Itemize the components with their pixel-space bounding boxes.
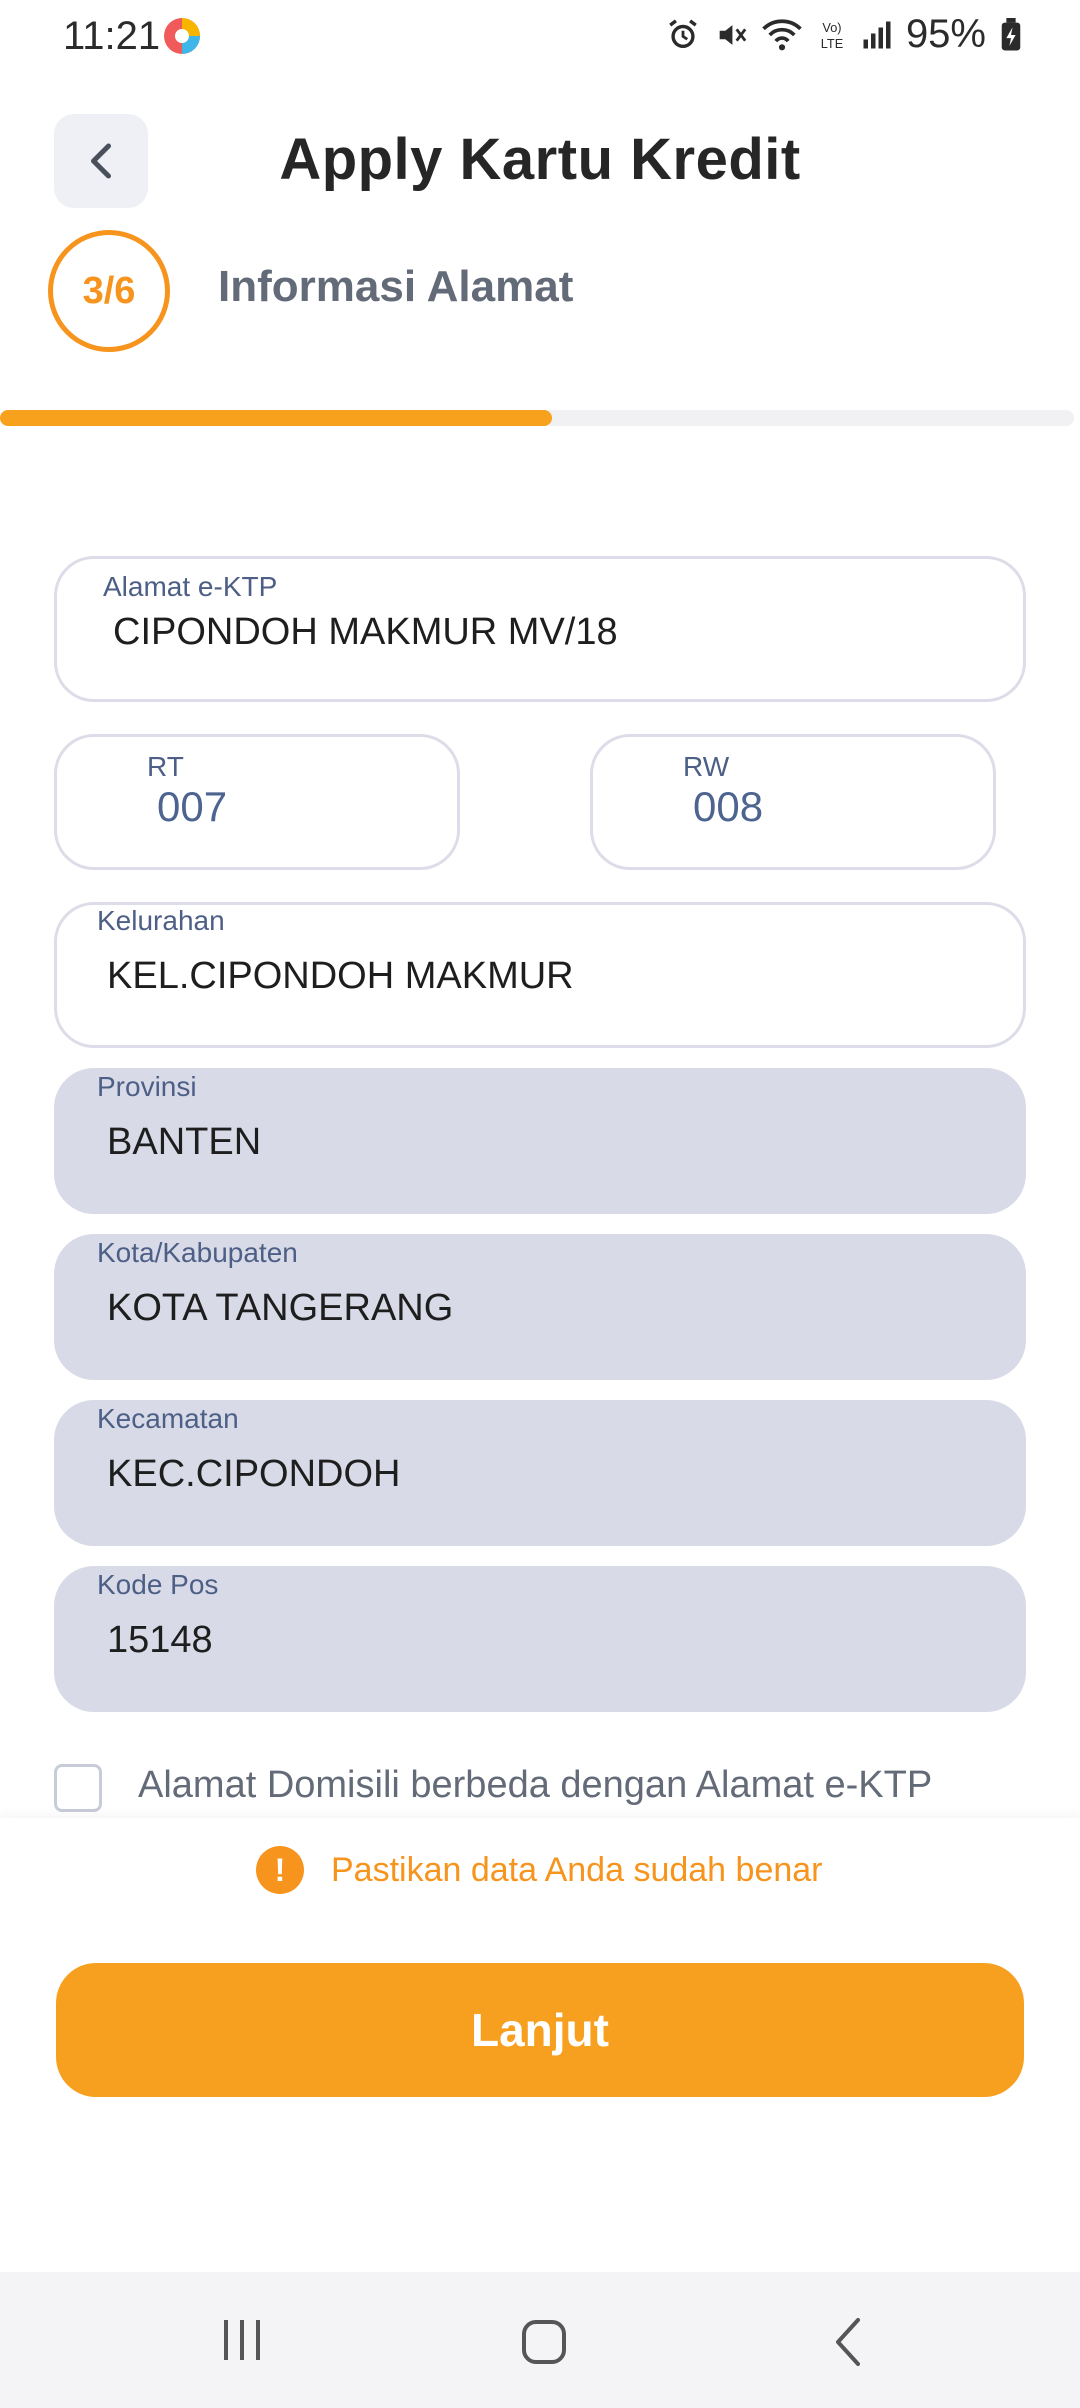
provinsi-label: Provinsi [97, 1071, 197, 1102]
battery-percentage: 95% [905, 12, 986, 56]
svg-text:Vo): Vo) [822, 20, 841, 35]
alamat-ektp-label: Alamat e-KTP [103, 571, 278, 602]
domisili-checkbox[interactable] [54, 1764, 102, 1812]
domisili-checkbox-label[interactable]: Alamat Domisili berbeda dengan Alamat e-… [138, 1764, 932, 1807]
kelurahan-value: KEL.CIPONDOH MAKMUR [107, 955, 574, 997]
step-title: Informasi Alamat [218, 262, 574, 311]
kota-kabupaten-field: Kota/Kabupaten KOTA TANGERANG [54, 1234, 1026, 1380]
kecamatan-label: Kecamatan [97, 1403, 239, 1434]
kode-pos-value: 15148 [107, 1619, 213, 1661]
rw-value: 008 [693, 783, 764, 830]
kecamatan-field: Kecamatan KEC.CIPONDOH [54, 1400, 1026, 1546]
rw-label: RW [683, 751, 730, 782]
alamat-ektp-value: CIPONDOH MAKMUR MV/18 [113, 611, 618, 653]
wifi-icon [762, 18, 802, 50]
recent-apps-icon[interactable] [220, 2318, 266, 2362]
volte-icon: Vo)LTE [821, 20, 843, 51]
kelurahan-field[interactable]: Kelurahan KEL.CIPONDOH MAKMUR [54, 902, 1026, 1048]
kode-pos-label: Kode Pos [97, 1569, 219, 1600]
rt-field[interactable]: RT 007 [54, 734, 460, 870]
signal-icon [863, 21, 891, 48]
provinsi-field: Provinsi BANTEN [54, 1068, 1026, 1214]
alarm-icon [669, 18, 697, 48]
lanjut-button[interactable]: Lanjut [56, 1963, 1024, 2097]
battery-icon [1001, 17, 1021, 50]
app-notification-icon [162, 16, 202, 56]
home-icon[interactable] [520, 2318, 568, 2366]
provinsi-value: BANTEN [107, 1121, 262, 1163]
notice-text: Pastikan data Anda sudah benar [331, 1851, 823, 1889]
status-time: 11:21 [63, 14, 161, 58]
system-nav-bar [0, 2272, 1080, 2408]
progress-bar [0, 410, 1074, 426]
system-back-icon[interactable] [830, 2316, 866, 2368]
kota-kabupaten-value: KOTA TANGERANG [107, 1287, 454, 1329]
mute-icon [719, 24, 747, 45]
step-indicator: 3/6 [48, 230, 170, 352]
status-icons: Vo) LTE 95% [666, 12, 1022, 57]
kecamatan-value: KEC.CIPONDOH [107, 1453, 401, 1495]
rw-field[interactable]: RW 008 [590, 734, 996, 870]
alamat-ektp-field[interactable]: Alamat e-KTP CIPONDOH MAKMUR MV/18 [54, 556, 1026, 702]
kode-pos-field: Kode Pos 15148 [54, 1566, 1026, 1712]
warning-icon: ! [256, 1846, 304, 1894]
rt-label: RT [147, 751, 184, 782]
kota-kabupaten-label: Kota/Kabupaten [97, 1237, 298, 1268]
kelurahan-label: Kelurahan [97, 905, 225, 936]
page-title: Apply Kartu Kredit [279, 127, 801, 192]
progress-fill [0, 410, 552, 426]
svg-text:LTE: LTE [821, 35, 843, 50]
rt-value: 007 [157, 783, 228, 830]
